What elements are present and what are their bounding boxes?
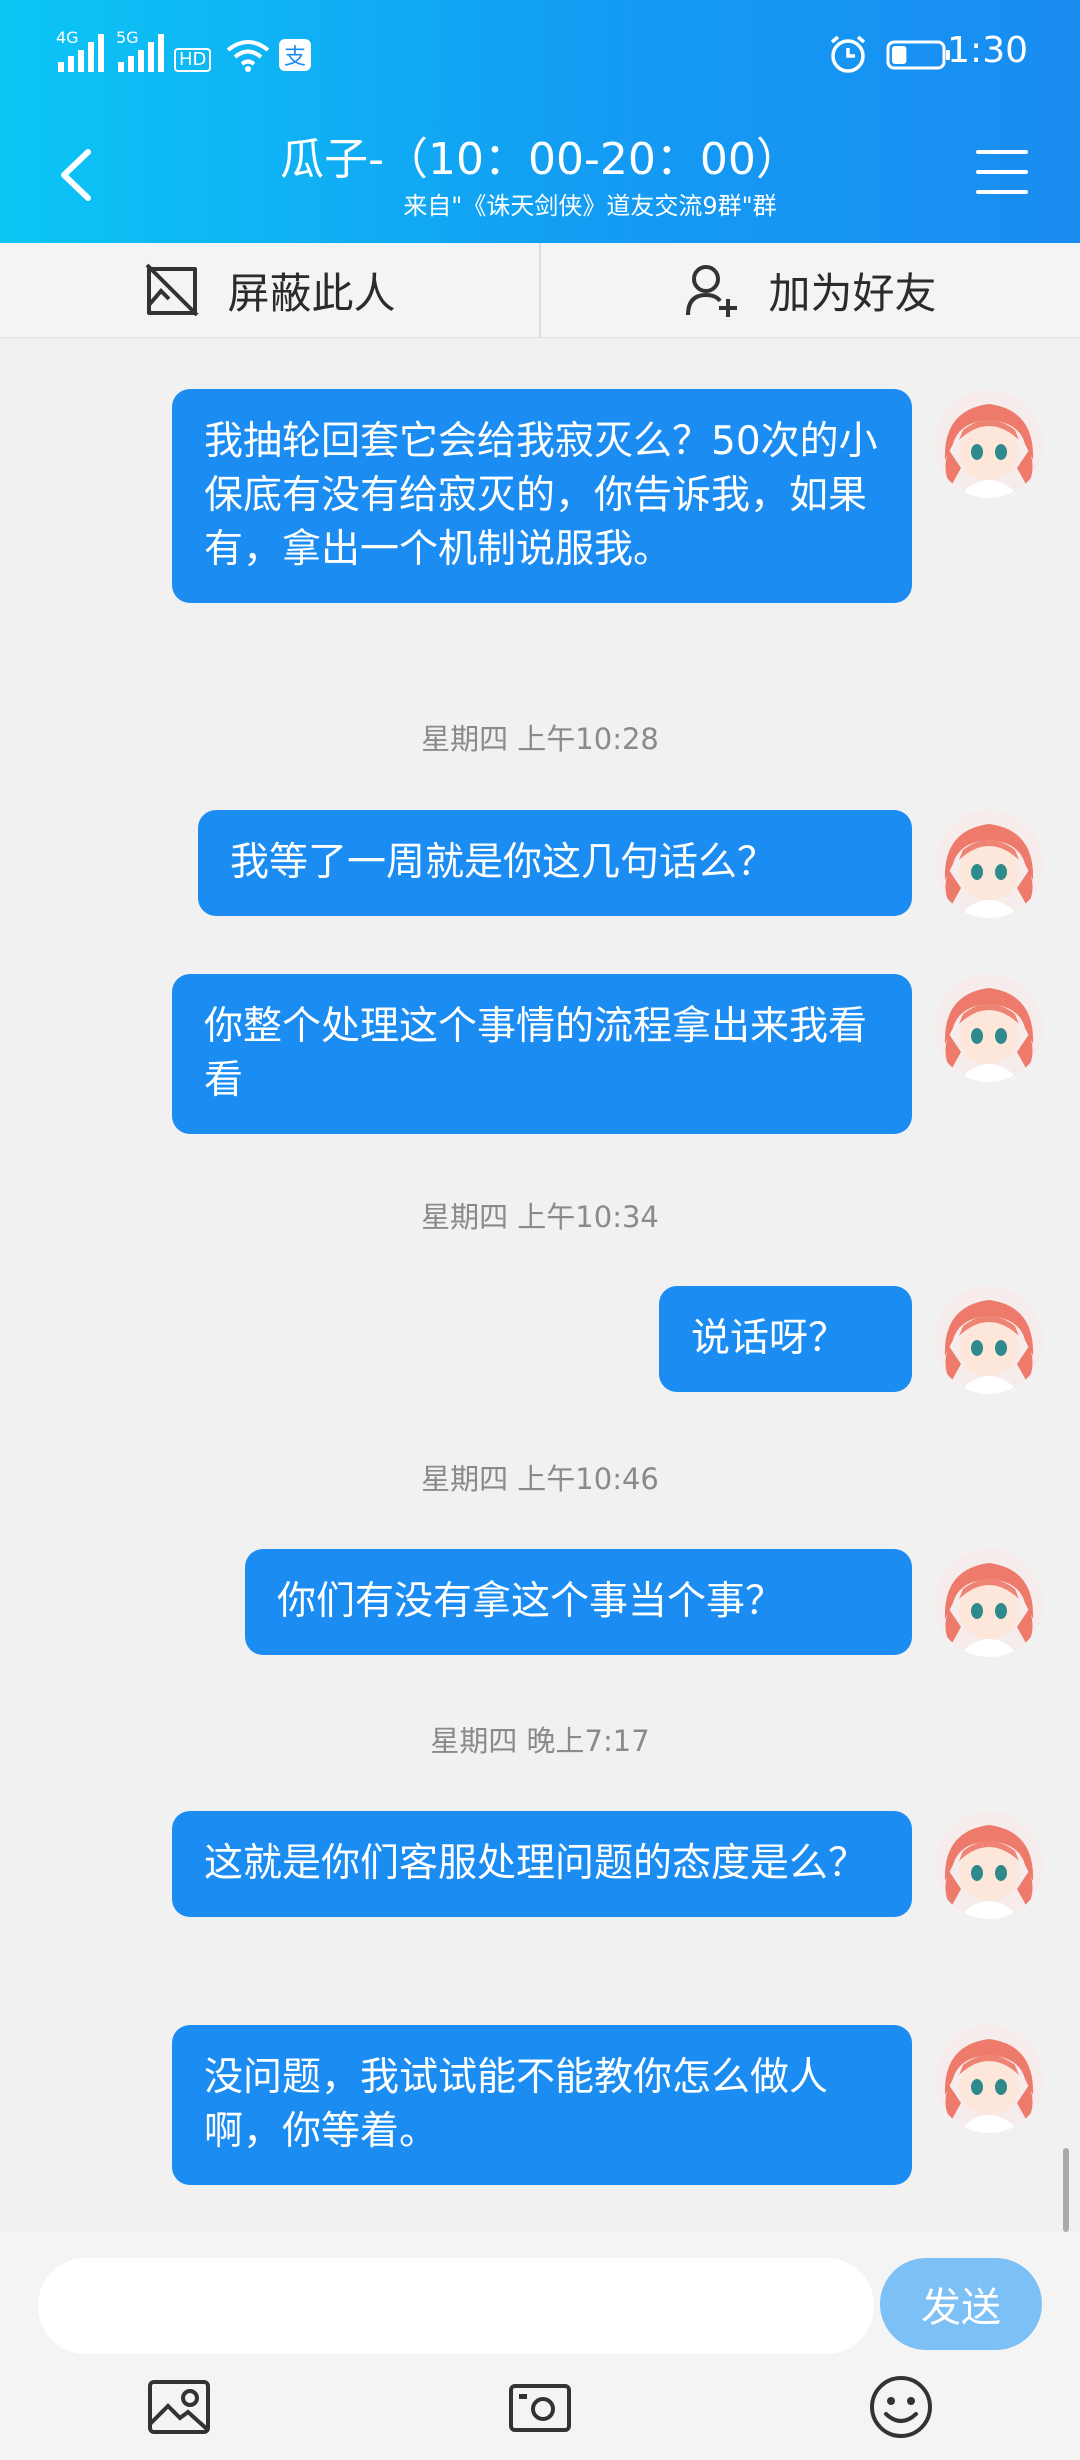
block-icon <box>146 263 199 317</box>
message-bubble[interactable]: 你们有没有拿这个事当个事？ <box>245 1549 912 1655</box>
message-timestamp: 星期四 上午10:46 <box>421 1462 659 1496</box>
emoji-icon[interactable] <box>866 2372 936 2442</box>
svg-text:支: 支 <box>284 45 306 70</box>
page-title: 瓜子-（10：00-20：00） <box>280 134 800 185</box>
message-bubble[interactable]: 你整个处理这个事情的流程拿出来我看看 <box>172 974 912 1134</box>
avatar[interactable] <box>935 810 1043 918</box>
message-bubble[interactable]: 我等了一周就是你这几句话么？ <box>198 810 912 916</box>
chat-title-block: 瓜子-（10：00-20：00） 来自"《诛天剑侠》道友交流9群"群 <box>180 130 900 222</box>
alarm-icon <box>830 35 866 73</box>
message-timestamp: 星期四 晚上7:17 <box>430 1724 650 1758</box>
avatar[interactable] <box>935 1549 1043 1657</box>
avatar[interactable] <box>935 1286 1043 1394</box>
message-timestamp: 星期四 上午10:34 <box>421 1200 659 1234</box>
message-bubble[interactable]: 这就是你们客服处理问题的态度是么？ <box>172 1811 912 1917</box>
input-bar: 发送 <box>0 2232 1080 2460</box>
chat-header: 4G 5G HD 支 1:30 瓜子-（10：00-20：00） 来自"《诛天剑… <box>0 0 1080 243</box>
avatar[interactable] <box>935 390 1043 498</box>
block-user-button[interactable]: 屏蔽此人 <box>0 243 539 337</box>
camera-icon[interactable] <box>505 2372 575 2442</box>
network-label-1: 4G <box>56 28 79 47</box>
back-icon[interactable] <box>48 140 108 210</box>
chat-subtitle: 来自"《诛天剑侠》道友交流9群"群 <box>403 192 777 220</box>
add-friend-icon <box>686 265 738 317</box>
menu-icon[interactable] <box>976 150 1028 194</box>
hd-badge: HD <box>174 48 212 72</box>
wifi-icon <box>226 40 270 72</box>
battery-icon <box>886 40 950 70</box>
block-user-label: 屏蔽此人 <box>227 268 396 318</box>
alipay-icon: 支 <box>279 39 311 71</box>
message-timestamp: 星期四 上午10:28 <box>421 722 659 756</box>
network-label-2: 5G <box>116 28 139 47</box>
message-bubble[interactable]: 我抽轮回套它会给我寂灭么？50次的小保底有没有给寂灭的，你告诉我，如果有，拿出一… <box>172 389 912 603</box>
message-bubble[interactable]: 没问题，我试试能不能教你怎么做人啊，你等着。 <box>172 2025 912 2185</box>
avatar[interactable] <box>935 2025 1043 2133</box>
send-button[interactable]: 发送 <box>880 2258 1042 2350</box>
avatar[interactable] <box>935 974 1043 1082</box>
scrollbar[interactable] <box>1063 2148 1069 2232</box>
add-friend-button[interactable]: 加为好友 <box>541 243 1080 337</box>
clock: 1:30 <box>947 30 1028 71</box>
add-friend-label: 加为好友 <box>768 268 937 318</box>
avatar[interactable] <box>935 1811 1043 1919</box>
message-input[interactable] <box>38 2258 874 2354</box>
status-bar: 4G 5G HD 支 1:30 <box>0 0 1080 110</box>
action-bar: 屏蔽此人 加为好友 <box>0 243 1080 338</box>
message-bubble[interactable]: 说话呀？ <box>659 1286 912 1392</box>
image-icon[interactable] <box>144 2372 214 2442</box>
